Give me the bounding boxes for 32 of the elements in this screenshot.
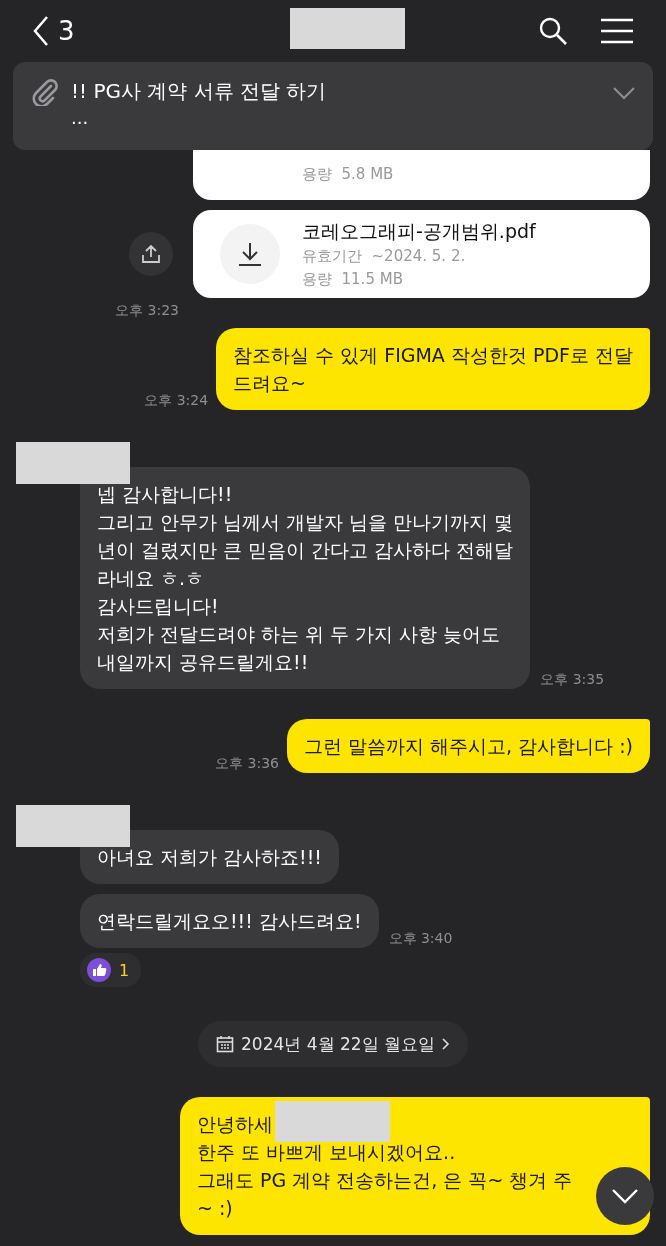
received-message: 연락드릴게요오!!! 감사드려요! [80,894,379,948]
message-time: 오후 3:36 [215,755,279,773]
message-time: 오후 3:40 [388,930,453,948]
notice-preview: ... [71,106,90,130]
reaction-chip[interactable]: 1 [80,953,142,987]
notice-title: !! PG사 계약 서류 전달 하기 [71,78,328,105]
file-card[interactable]: 코레오그래피-공개범위.pdf 유효기간 ~2024. 5. 2. 용량 11.5 MB [193,210,650,298]
sent-message: 그런 말씀까지 해주시고, 감사합니다 :) [287,719,650,773]
calendar-icon [216,1035,235,1053]
message-time: 오후 3:35 [540,671,605,689]
file-name: 코레오그래피-공개범위.pdf [302,219,536,244]
back-icon [32,15,50,47]
chevron-icon[interactable] [613,86,635,100]
received-message: 넵 감사합니다!! 그리고 안무가 님께서 개발자 님을 만나기까지 몇 년이 걸렸지만 큰 믿음이 간다고 감사하다 전해달 라네요 ㅎ.ㅎ 감사드립니다! 저희가 전달드려야 하는 위 두 가지 사항 늦어도 내일까지 공유드릴게요!! [80,467,531,689]
chevron-down-icon [612,1188,638,1204]
date-divider[interactable]: 2024년 4월 22일 월요일 [198,1021,468,1067]
file-size: 용량 5.8 MB [302,164,394,185]
menu-icon[interactable] [600,18,634,44]
thumbs-up-icon [87,958,111,982]
notice-banner[interactable]: !! PG사 계약 서류 전달 하기 ... [13,62,653,150]
share-button[interactable] [129,232,173,276]
sent-message: 참조하실 수 있게 FIGMA 작성한것 PDF로 전달 드려요~ [216,328,650,410]
message-time: 오후 3:24 [144,392,209,410]
received-message: 아녀요 저희가 감사하죠!!! [80,830,339,884]
back-button[interactable]: 3 [32,15,75,47]
file-size: 용량 11.5 MB [302,269,404,290]
file-expiry: 유효기간 ~2024. 5. 2. [302,246,467,267]
chevron-right-icon [441,1038,450,1050]
message-time: 오후 3:23 [115,302,179,320]
search-icon[interactable] [538,16,568,46]
share-icon [141,244,161,264]
paperclip-icon [31,78,59,106]
